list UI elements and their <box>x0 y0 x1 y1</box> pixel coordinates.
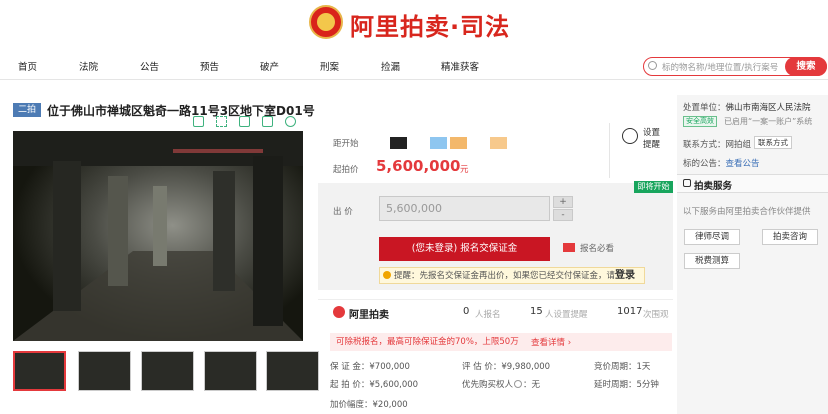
signup-count: 0 <box>463 306 470 317</box>
nav-item-criminal[interactable]: 刑案 <box>320 59 339 73</box>
lot-title: 位于佛山市禅城区魁奇一路11号3区地下室D01号 <box>47 104 315 118</box>
priority-label: 优先购买权人 <box>462 380 514 390</box>
header: 阿里拍卖·司法 <box>0 0 828 46</box>
thumbnail-3[interactable] <box>141 351 194 391</box>
priority-info: 优先购买权人 ：无 <box>462 378 540 390</box>
must-read-link[interactable]: 报名必看 <box>580 242 614 254</box>
fullscreen-icon[interactable] <box>216 116 227 127</box>
help-icon[interactable] <box>514 380 523 388</box>
remind-count-label: 人设置提醒 <box>545 310 588 320</box>
bid-cycle-info: 竞价周期：1天 <box>594 362 651 372</box>
view-count-label: 次围观 <box>643 310 669 320</box>
safety-badge: 安全高效 <box>683 116 717 127</box>
tips-bar: 提醒：先报名交保证金再出价，如果您已经交付保证金，请登录 <box>379 267 645 284</box>
search-placeholder: 标的物名称/地理位置/执行案号 <box>662 63 779 73</box>
start-price-value: 5,600,000 <box>376 157 461 175</box>
contact-value: 网拍组 <box>725 140 752 150</box>
priority-value: ：无 <box>523 380 541 390</box>
price-unit: 元 <box>460 165 469 175</box>
start-price-info: 起 拍 价：¥5,600,000 <box>330 380 419 390</box>
lawyer-due-diligence-button[interactable]: 律师尽调 <box>684 229 740 245</box>
status-badge: 即将开始 <box>634 181 673 193</box>
main-photo[interactable] <box>13 131 303 341</box>
start-price-label: 起拍价 <box>333 165 359 175</box>
remind-count: 15 <box>530 306 543 317</box>
delay-cycle-info: 延时周期：5分钟 <box>594 380 659 390</box>
promo-text: 可除税报名，最高可除保证金的70%，上限50万 <box>336 337 519 347</box>
nav-item-bargain[interactable]: 捡漏 <box>381 59 400 73</box>
countdown-block-1 <box>390 137 407 149</box>
countdown-block-2 <box>430 137 447 149</box>
search-button[interactable]: 搜索 <box>785 57 827 76</box>
notice-info: 标的公告：查看公告 <box>683 157 760 169</box>
save-icon[interactable] <box>239 116 250 127</box>
alarm-clock-icon[interactable] <box>622 128 638 144</box>
bid-amount-input[interactable]: 5,600,000 <box>379 196 550 221</box>
nav-item-preview[interactable]: 预告 <box>200 59 219 73</box>
alibaba-logo-icon <box>333 306 345 318</box>
contact-button[interactable]: 联系方式 <box>754 136 792 149</box>
appraisal-info: 评 估 价：¥9,980,000 <box>462 362 551 372</box>
countdown-block-3 <box>450 137 467 149</box>
tip-text: 提醒：先报名交保证金再出价，如果您已经交付保证金，请 <box>394 271 616 281</box>
nav-item-customers[interactable]: 精准获客 <box>441 59 479 73</box>
signup-count-label: 人报名 <box>475 310 501 320</box>
contact-info: 联系方式：网拍组 <box>683 138 751 150</box>
notice-link[interactable]: 查看公告 <box>726 159 760 169</box>
thumbnail-1[interactable] <box>13 351 66 391</box>
thumbnail-4[interactable] <box>204 351 257 391</box>
notice-label: 标的公告： <box>683 159 726 169</box>
settings-icon[interactable] <box>285 116 296 127</box>
view-count: 1017 <box>617 306 643 317</box>
court-name[interactable]: 佛山市南海区人民法院 <box>726 103 811 113</box>
bid-minus-button[interactable]: - <box>553 209 573 221</box>
thumbnail-5[interactable] <box>266 351 319 391</box>
service-title: 拍卖服务 <box>694 181 733 192</box>
login-link[interactable]: 登录 <box>615 270 635 281</box>
court-emblem-icon <box>309 5 343 39</box>
share-icon[interactable] <box>262 116 273 127</box>
brand-title[interactable]: 阿里拍卖·司法 <box>350 7 510 42</box>
must-read-icon <box>563 243 575 252</box>
contact-label: 联系方式： <box>683 140 726 150</box>
increment-info: 加价幅度：¥20,000 <box>330 400 408 410</box>
promo-bar: 可除税报名，最高可除保证金的70%，上限50万 <box>330 333 672 351</box>
safety-text: 已启用“一案一账户”系统 <box>724 117 813 126</box>
nav-item-court[interactable]: 法院 <box>79 59 98 73</box>
tax-calc-button[interactable]: 税费测算 <box>684 253 740 269</box>
signup-deposit-button[interactable]: (您未登录) 报名交保证金 <box>379 237 550 261</box>
stats-brand: 阿里拍卖 <box>349 310 389 321</box>
set-reminder-link[interactable]: 设置提醒 <box>643 127 661 151</box>
court-label: 处置单位： <box>683 103 726 113</box>
countdown-label: 距开始 <box>333 139 359 149</box>
divider <box>609 123 610 178</box>
search-icon <box>648 61 657 70</box>
countdown-block-4 <box>490 137 507 149</box>
bulb-icon <box>383 271 391 279</box>
bid-label: 出 价 <box>333 207 353 217</box>
service-desc: 以下服务由阿里拍卖合作伙伴提供 <box>683 207 811 217</box>
qrcode-icon[interactable] <box>193 116 204 127</box>
nav-item-notice[interactable]: 公告 <box>140 59 159 73</box>
emblem-center <box>317 13 335 31</box>
nav-item-home[interactable]: 首页 <box>18 59 37 73</box>
auction-consult-button[interactable]: 拍卖咨询 <box>762 229 818 245</box>
nav-item-bankruptcy[interactable]: 破产 <box>260 59 279 73</box>
bid-plus-button[interactable]: + <box>553 196 573 208</box>
round-badge: 二拍 <box>13 103 41 117</box>
deposit-info: 保 证 金：¥700,000 <box>330 362 410 372</box>
promo-details-link[interactable]: 查看详情 › <box>531 336 571 348</box>
thumbnail-2[interactable] <box>78 351 131 391</box>
service-icon <box>683 179 691 187</box>
court-info: 处置单位：佛山市南海区人民法院 <box>683 101 811 113</box>
garage-photo <box>13 131 303 341</box>
